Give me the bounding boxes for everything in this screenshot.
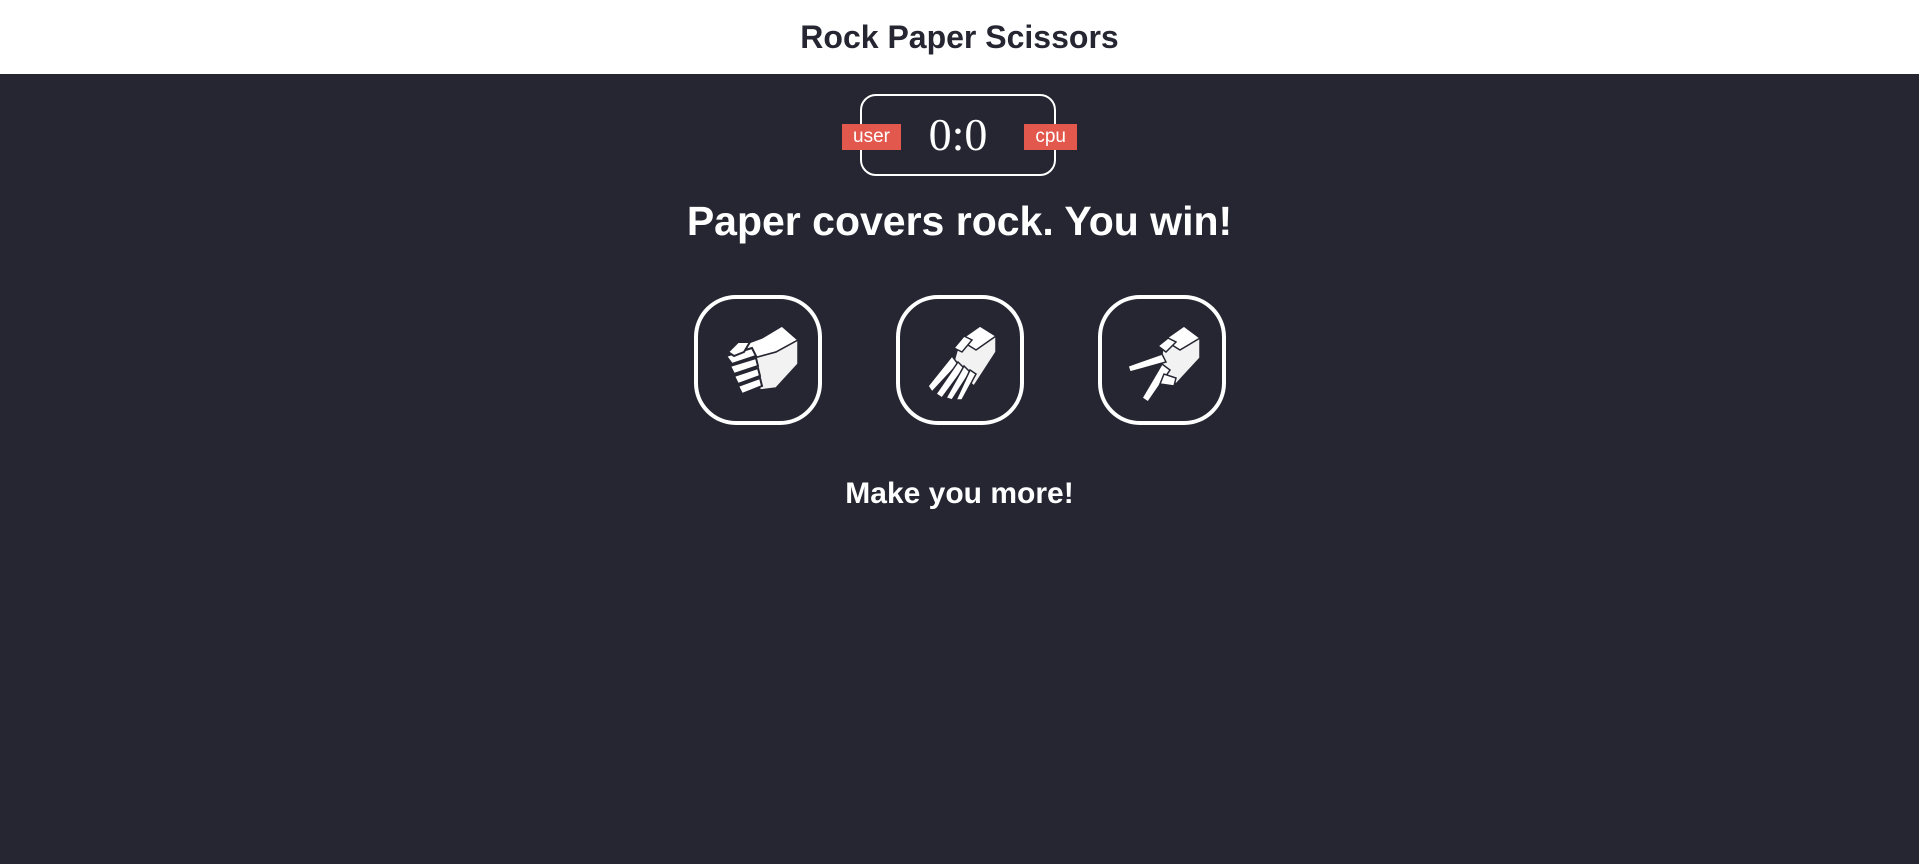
- app-title: Rock Paper Scissors: [800, 18, 1119, 55]
- score-value: 0:0: [928, 109, 988, 160]
- choices-row: [694, 295, 1226, 425]
- cpu-badge: cpu: [1024, 124, 1077, 150]
- action-message: Make you more!: [845, 477, 1074, 510]
- scoreboard: user 0:0 cpu: [842, 94, 1077, 176]
- rock-button[interactable]: [694, 295, 822, 425]
- game-area: user 0:0 cpu Paper covers rock. You win!: [0, 74, 1919, 864]
- user-badge: user: [842, 124, 901, 150]
- scissors-button[interactable]: [1098, 295, 1226, 425]
- result-message: Paper covers rock. You win!: [686, 198, 1233, 244]
- scissors-hand-icon: [1127, 325, 1202, 404]
- paper-hand-icon: [927, 325, 998, 401]
- app-header: Rock Paper Scissors: [0, 0, 1919, 74]
- paper-button[interactable]: [896, 295, 1024, 425]
- rock-hand-icon: [724, 325, 800, 396]
